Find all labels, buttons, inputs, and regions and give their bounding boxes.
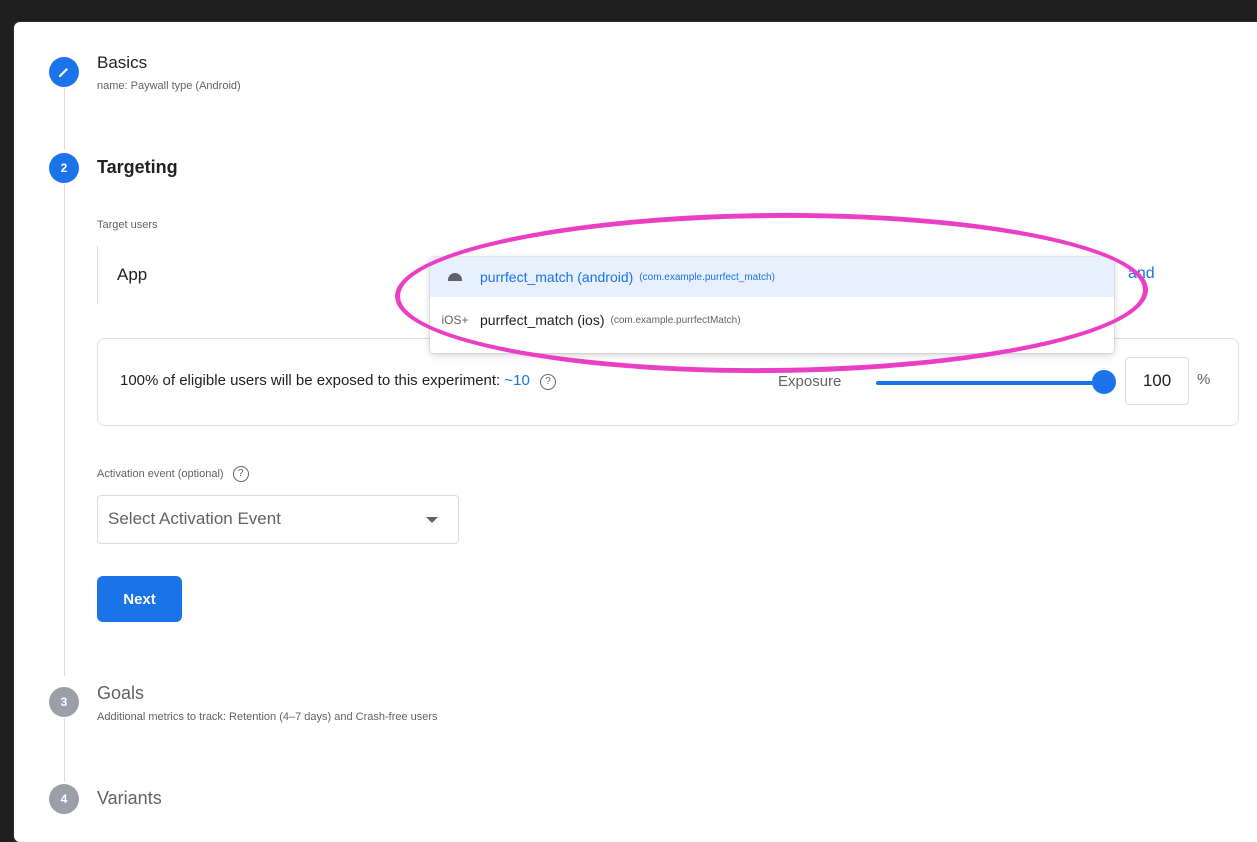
stepper-line	[64, 184, 65, 676]
step-goals-subtitle: Additional metrics to track: Retention (…	[97, 711, 438, 723]
next-button[interactable]: Next	[97, 576, 182, 622]
help-icon[interactable]: ?	[232, 466, 249, 482]
stepper-line	[64, 718, 65, 782]
activation-label-text: Activation event (optional)	[97, 468, 224, 480]
step-goals-title[interactable]: Goals	[97, 683, 144, 704]
step-number-badge: 4	[49, 784, 79, 814]
exposure-description: 100% of eligible users will be exposed t…	[120, 372, 557, 390]
target-users-label: Target users	[97, 219, 158, 231]
activation-event-placeholder: Select Activation Event	[108, 509, 281, 528]
exposure-slider-track[interactable]	[876, 381, 1104, 385]
exposure-slider-thumb[interactable]	[1092, 370, 1116, 394]
step-basics-title[interactable]: Basics	[97, 53, 147, 73]
activation-event-label: Activation event (optional) ?	[97, 466, 249, 482]
step-targeting-title[interactable]: Targeting	[97, 157, 178, 178]
chevron-down-icon	[426, 517, 438, 523]
exposure-label: Exposure	[778, 373, 842, 390]
stepper-line	[64, 88, 65, 150]
exposure-count[interactable]: ~10	[504, 372, 529, 389]
step-number-badge: 2	[49, 153, 79, 183]
step-variants-title[interactable]: Variants	[97, 788, 162, 809]
app-select-value: App	[117, 265, 148, 284]
edit-icon	[49, 57, 79, 87]
step-basics-subtitle: name: Paywall type (Android)	[97, 80, 241, 92]
step-number-badge: 3	[49, 687, 79, 717]
exposure-text: 100% of eligible users will be exposed t…	[120, 372, 501, 389]
help-icon[interactable]: ?	[540, 374, 557, 390]
exposure-input[interactable]: 100	[1125, 357, 1189, 405]
percent-sign: %	[1197, 371, 1211, 388]
